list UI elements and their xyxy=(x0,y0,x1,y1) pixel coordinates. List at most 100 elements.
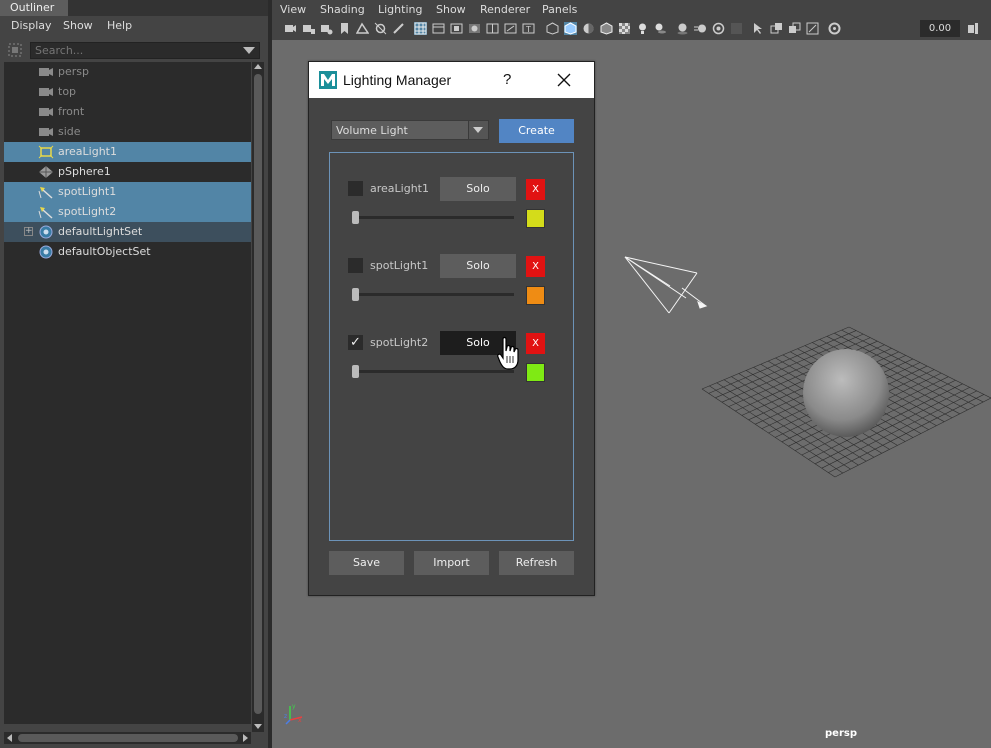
refresh-button[interactable]: Refresh xyxy=(499,551,574,575)
camera-attributes-icon[interactable] xyxy=(320,22,333,35)
menu-help[interactable]: Help xyxy=(107,16,132,36)
safe-action-icon[interactable] xyxy=(504,22,517,35)
use-all-lights-icon[interactable] xyxy=(636,22,649,35)
search-dropdown-icon[interactable] xyxy=(243,47,255,54)
menu-show[interactable]: Show xyxy=(436,0,466,20)
solo-button[interactable]: Solo xyxy=(440,254,516,278)
grease-pencil-icon[interactable] xyxy=(392,22,405,35)
intensity-slider-handle[interactable] xyxy=(352,365,359,378)
camera-lock-icon[interactable] xyxy=(302,22,315,35)
help-button[interactable]: ? xyxy=(503,62,511,98)
outliner-item-defaultlightset[interactable]: + defaultLightSet xyxy=(4,222,251,242)
search-field[interactable] xyxy=(30,42,260,59)
image-plane-icon[interactable] xyxy=(356,22,369,35)
motion-blur-icon[interactable] xyxy=(694,22,707,35)
outliner-item-defaultobjectset[interactable]: defaultObjectSet xyxy=(4,242,251,262)
delete-light-button[interactable]: X xyxy=(526,333,545,354)
light-color-swatch[interactable] xyxy=(526,286,545,305)
resolution-gate-icon[interactable] xyxy=(450,22,463,35)
light-color-swatch[interactable] xyxy=(526,363,545,382)
exposure-icon[interactable] xyxy=(828,22,841,35)
delete-light-button[interactable]: X xyxy=(526,256,545,277)
outliner-vertical-scroll-thumb[interactable] xyxy=(254,74,262,714)
gamma-icon[interactable] xyxy=(966,22,979,35)
intensity-slider[interactable] xyxy=(352,216,514,219)
outliner-item-label: persp xyxy=(58,65,89,78)
smooth-shade-icon[interactable] xyxy=(564,22,577,35)
viewport-camera-label: persp xyxy=(825,728,857,739)
camera-select-icon[interactable] xyxy=(284,22,297,35)
outliner-item-top[interactable]: top xyxy=(4,82,251,102)
dialog-title-bar[interactable]: Lighting Manager ? xyxy=(309,62,594,98)
menu-view[interactable]: View xyxy=(280,0,306,20)
outliner-tab[interactable]: Outliner xyxy=(0,0,68,16)
intensity-slider[interactable] xyxy=(352,293,514,296)
spot-light-gizmo[interactable] xyxy=(624,256,708,314)
save-button[interactable]: Save xyxy=(329,551,404,575)
light-enable-checkbox[interactable] xyxy=(348,258,363,273)
field-chart-icon[interactable] xyxy=(486,22,499,35)
outliner-item-arealight1[interactable]: areaLight1 xyxy=(4,142,251,162)
scroll-right-icon[interactable] xyxy=(241,734,249,742)
menu-renderer[interactable]: Renderer xyxy=(480,0,530,20)
outliner-search-row xyxy=(0,40,268,62)
xray-components-icon[interactable] xyxy=(806,22,819,35)
xray-icon[interactable] xyxy=(770,22,783,35)
shadows-icon[interactable] xyxy=(654,22,667,35)
scroll-left-icon[interactable] xyxy=(6,734,14,742)
film-gate-icon[interactable] xyxy=(432,22,445,35)
scroll-down-icon[interactable] xyxy=(254,722,262,730)
area-light-icon xyxy=(38,145,54,159)
scroll-up-icon[interactable] xyxy=(254,63,262,71)
safe-title-icon[interactable]: T xyxy=(522,22,535,35)
light-enable-checkbox[interactable]: ✓ xyxy=(348,335,363,350)
outliner-item-front[interactable]: front xyxy=(4,102,251,122)
import-button[interactable]: Import xyxy=(414,551,489,575)
menu-display[interactable]: Display xyxy=(11,16,52,36)
outliner-item-side[interactable]: side xyxy=(4,122,251,142)
light-enable-checkbox[interactable] xyxy=(348,181,363,196)
gate-mask-icon[interactable] xyxy=(468,22,481,35)
outliner-item-persp[interactable]: persp xyxy=(4,62,251,82)
menu-show[interactable]: Show xyxy=(63,16,93,36)
shaded-wireframe-icon[interactable] xyxy=(600,22,613,35)
menu-shading[interactable]: Shading xyxy=(320,0,365,20)
xray-joints-icon[interactable] xyxy=(788,22,801,35)
intensity-slider-handle[interactable] xyxy=(352,288,359,301)
outliner-item-spotlight1[interactable]: spotLight1 xyxy=(4,182,251,202)
expand-icon[interactable]: + xyxy=(24,227,33,236)
mesh-icon xyxy=(39,166,53,178)
wireframe-icon[interactable] xyxy=(546,22,559,35)
outliner-item-spotlight2[interactable]: spotLight2 xyxy=(4,202,251,222)
solo-button[interactable]: Solo xyxy=(440,177,516,201)
delete-light-button[interactable]: X xyxy=(526,179,545,200)
light-color-swatch[interactable] xyxy=(526,209,545,228)
grid-icon[interactable] xyxy=(414,22,427,35)
close-icon[interactable] xyxy=(556,72,572,88)
anti-aliasing-icon[interactable] xyxy=(712,22,725,35)
bookmark-icon[interactable] xyxy=(338,22,351,35)
sphere-mesh[interactable] xyxy=(803,349,889,437)
menu-lighting[interactable]: Lighting xyxy=(378,0,422,20)
default-material-icon[interactable] xyxy=(582,22,595,35)
outliner-horizontal-scrollbar[interactable] xyxy=(4,732,251,744)
create-button[interactable]: Create xyxy=(499,119,574,143)
textured-icon[interactable] xyxy=(618,22,631,35)
filter-icon[interactable] xyxy=(8,43,22,57)
intensity-slider[interactable] xyxy=(352,370,514,373)
two-d-pan-icon[interactable] xyxy=(374,22,387,35)
search-input[interactable] xyxy=(31,43,239,58)
exposure-value-field[interactable]: 0.00 xyxy=(920,20,960,37)
depth-of-field-icon[interactable] xyxy=(730,22,743,35)
outliner-horizontal-scroll-thumb[interactable] xyxy=(18,734,238,742)
light-type-dropdown[interactable]: Volume Light xyxy=(331,120,489,140)
svg-text:T: T xyxy=(525,25,531,34)
menu-panels[interactable]: Panels xyxy=(542,0,577,20)
outliner-vertical-scrollbar[interactable] xyxy=(252,62,264,732)
outliner-list: persp top front side areaLight1 pSphere1… xyxy=(4,62,251,724)
outliner-item-psphere1[interactable]: pSphere1 xyxy=(4,162,251,182)
isolate-select-icon[interactable] xyxy=(752,22,765,35)
intensity-slider-handle[interactable] xyxy=(352,211,359,224)
dropdown-button[interactable] xyxy=(468,121,488,139)
screen-space-ao-icon[interactable] xyxy=(676,22,689,35)
